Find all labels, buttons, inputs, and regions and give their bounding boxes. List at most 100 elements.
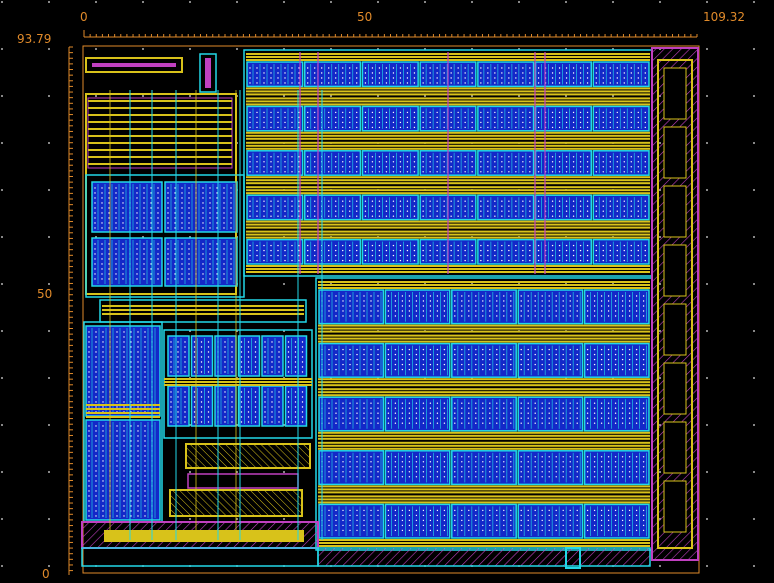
contact-dot — [249, 200, 251, 202]
contact-dot — [193, 351, 196, 353]
contact-dot — [94, 197, 96, 199]
contact-dot — [586, 456, 589, 458]
contact-dot — [600, 363, 603, 366]
contact-dot — [130, 490, 132, 492]
contact-dot — [392, 210, 395, 212]
contact-dot — [370, 295, 372, 297]
contact-dot — [291, 259, 293, 262]
contact-dot — [264, 351, 266, 353]
contact-dot — [586, 529, 589, 532]
contact-dot — [137, 356, 139, 358]
contact-dot — [635, 358, 638, 361]
contact-dot — [537, 126, 540, 129]
contact-dot — [108, 248, 110, 250]
contact-dot — [635, 476, 638, 478]
contact-dot — [489, 295, 491, 297]
contact-dot — [378, 72, 381, 74]
contact-dot — [422, 422, 425, 424]
contact-dot — [123, 450, 125, 452]
contact-dot — [471, 205, 473, 207]
contact-dot — [207, 371, 210, 373]
contact-dot — [116, 341, 118, 343]
contact-dot — [256, 171, 258, 173]
contact-dot — [579, 82, 582, 84]
contact-dot — [95, 440, 97, 442]
contact-dot — [335, 422, 337, 424]
contact-dot — [399, 111, 402, 114]
contact-dot — [454, 368, 456, 371]
layout-canvas[interactable]: 0 50 109.32 93.79 50 0 — [0, 0, 774, 583]
contact-dot — [579, 254, 582, 257]
contact-dot — [157, 263, 159, 265]
contact-dot — [457, 210, 459, 212]
metal-rail — [318, 388, 650, 391]
contact-dot — [548, 310, 550, 312]
contact-dot — [102, 485, 104, 487]
metal-rail — [164, 384, 312, 386]
lower-array-cell — [451, 450, 517, 486]
contact-dot — [328, 156, 330, 158]
contact-dot — [143, 278, 145, 280]
contact-dot — [413, 116, 416, 119]
contact-dot — [392, 215, 395, 217]
contact-dot — [593, 529, 596, 532]
center-cell — [167, 335, 190, 377]
contact-dot — [443, 116, 445, 119]
contact-dot — [115, 222, 117, 224]
cell-body — [85, 325, 161, 417]
contact-dot — [520, 315, 522, 317]
contact-dot — [224, 346, 226, 348]
contact-dot — [349, 121, 351, 124]
contact-dot — [207, 396, 210, 398]
contact-dot — [387, 514, 390, 517]
contact-dot — [600, 466, 603, 468]
contact-dot — [170, 391, 172, 393]
contact-dot — [101, 192, 103, 194]
contact-dot — [562, 358, 564, 361]
contact-dot — [150, 253, 152, 255]
contact-dot — [157, 212, 159, 214]
contact-dot — [429, 121, 431, 124]
contact-dot — [436, 210, 438, 212]
contact-dot — [101, 258, 103, 260]
contact-dot — [177, 341, 179, 343]
contact-dot — [137, 381, 139, 383]
contact-dot — [335, 171, 337, 173]
contact-dot — [202, 268, 204, 270]
metal-rail — [318, 447, 650, 450]
contact-dot — [177, 351, 179, 353]
contact-dot — [482, 407, 484, 409]
contact-dot — [349, 215, 351, 217]
yellow-block-1 — [185, 443, 311, 469]
contact-dot — [108, 202, 110, 204]
contact-dot — [468, 412, 470, 414]
contact-dot — [593, 456, 596, 458]
contact-dot — [356, 77, 358, 79]
contact-dot — [406, 259, 409, 262]
contact-dot — [342, 121, 344, 124]
contact-dot — [548, 422, 550, 424]
contact-dot — [616, 111, 618, 114]
contact-dot — [88, 440, 90, 442]
contact-dot — [102, 341, 104, 343]
contact-dot — [475, 363, 477, 366]
contact-dot — [123, 455, 125, 457]
contact-dot — [503, 456, 505, 458]
contact-dot — [150, 268, 152, 270]
metal-rail — [318, 485, 650, 488]
contact-dot — [436, 77, 438, 79]
contact-dot — [534, 310, 536, 312]
contact-dot — [443, 166, 445, 168]
contact-dot — [408, 422, 411, 424]
contact-dot — [501, 77, 503, 79]
contact-dot — [443, 310, 446, 312]
contact-dot — [637, 156, 639, 158]
contact-dot — [454, 529, 456, 532]
contact-dot — [101, 253, 103, 255]
contact-dot — [377, 305, 379, 307]
contact-dot — [291, 171, 293, 173]
contact-dot — [136, 248, 138, 250]
contact-dot — [200, 401, 203, 403]
contact-dot — [136, 273, 138, 275]
contact-dot — [377, 315, 379, 317]
